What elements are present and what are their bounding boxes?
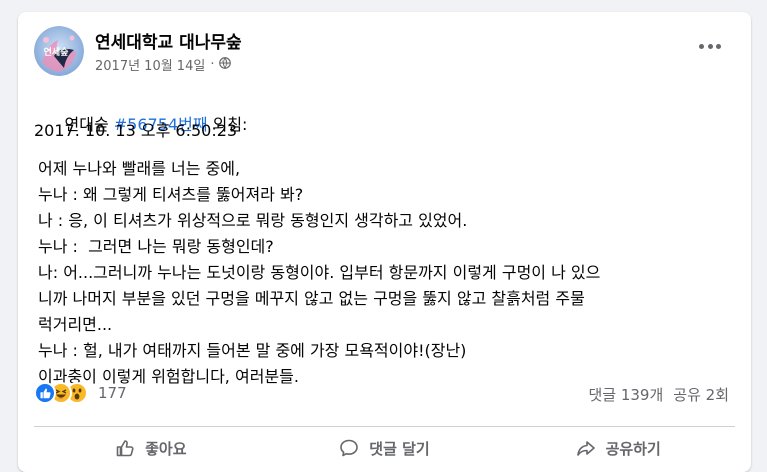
page-avatar[interactable]: 연세숲 [34,26,84,76]
post-line: 어제 누나와 빨래를 너는 중에, [38,159,241,178]
post-stats: 댓글 139개 공유 2회 [588,384,729,405]
comment-label: 댓글 달기 [369,439,430,458]
post-line: 누나 : 왜 그렇게 티셔츠를 뚫어져라 봐? [38,185,304,204]
comment-bubble-icon [339,438,359,458]
like-button[interactable]: 좋아요 [34,430,268,466]
post-actions: 좋아요 댓글 달기 공유하기 [34,430,735,466]
meta-separator: · [210,57,215,72]
share-label: 공유하기 [605,439,661,458]
page-name[interactable]: 연세대학교 대나무숲 [95,28,242,53]
post-line: 나 : 응, 이 티셔츠가 위상적으로 뭐랑 동형인지 생각하고 있었어. [38,211,468,230]
share-arrow-icon [576,438,596,458]
reaction-count[interactable]: 177 [98,384,127,402]
avatar-logo-text: 연세숲 [44,46,69,58]
post-line: 나: 어...그러니까 누나는 도넛이랑 동형이야. 입부터 항문까지 이렇게 … [38,263,601,282]
share-button[interactable]: 공유하기 [501,430,735,466]
post-line: 누나 : 그러면 나는 뭐랑 동형인데? [38,237,274,256]
post-meta: 2017년 10월 14일 · [95,55,232,74]
more-options-icon[interactable] [699,42,721,50]
post-body: 어제 누나와 빨래를 너는 중에, 누나 : 왜 그렇게 티셔츠를 뚫어져라 봐… [38,156,718,390]
thumbs-up-icon [115,438,135,458]
post-card: 연세숲 연세대학교 대나무숲 2017년 10월 14일 · 연대숲 #5675… [18,12,751,472]
post-timestamp: 2017. 10. 13 오후 6:50:23 [34,121,238,140]
comment-button[interactable]: 댓글 달기 [268,430,502,466]
post-line: 누나 : 헐, 내가 여태까지 들어본 말 중에 가장 모욕적이야!(장난) [38,341,467,360]
like-icon [34,382,56,404]
share-count[interactable]: 공유 2회 [673,384,729,405]
globe-icon[interactable] [219,56,232,73]
divider [34,426,735,427]
comment-count[interactable]: 댓글 139개 [588,384,663,405]
post-line: 럭거리면... [38,315,113,334]
reaction-summary[interactable]: 177 [34,382,127,404]
post-date[interactable]: 2017년 10월 14일 [95,55,205,74]
post-line: 니까 나머지 부분을 있던 구멍을 메꾸지 않고 없는 구멍을 뚫지 않고 찰흙… [38,289,585,308]
like-label: 좋아요 [145,439,187,458]
